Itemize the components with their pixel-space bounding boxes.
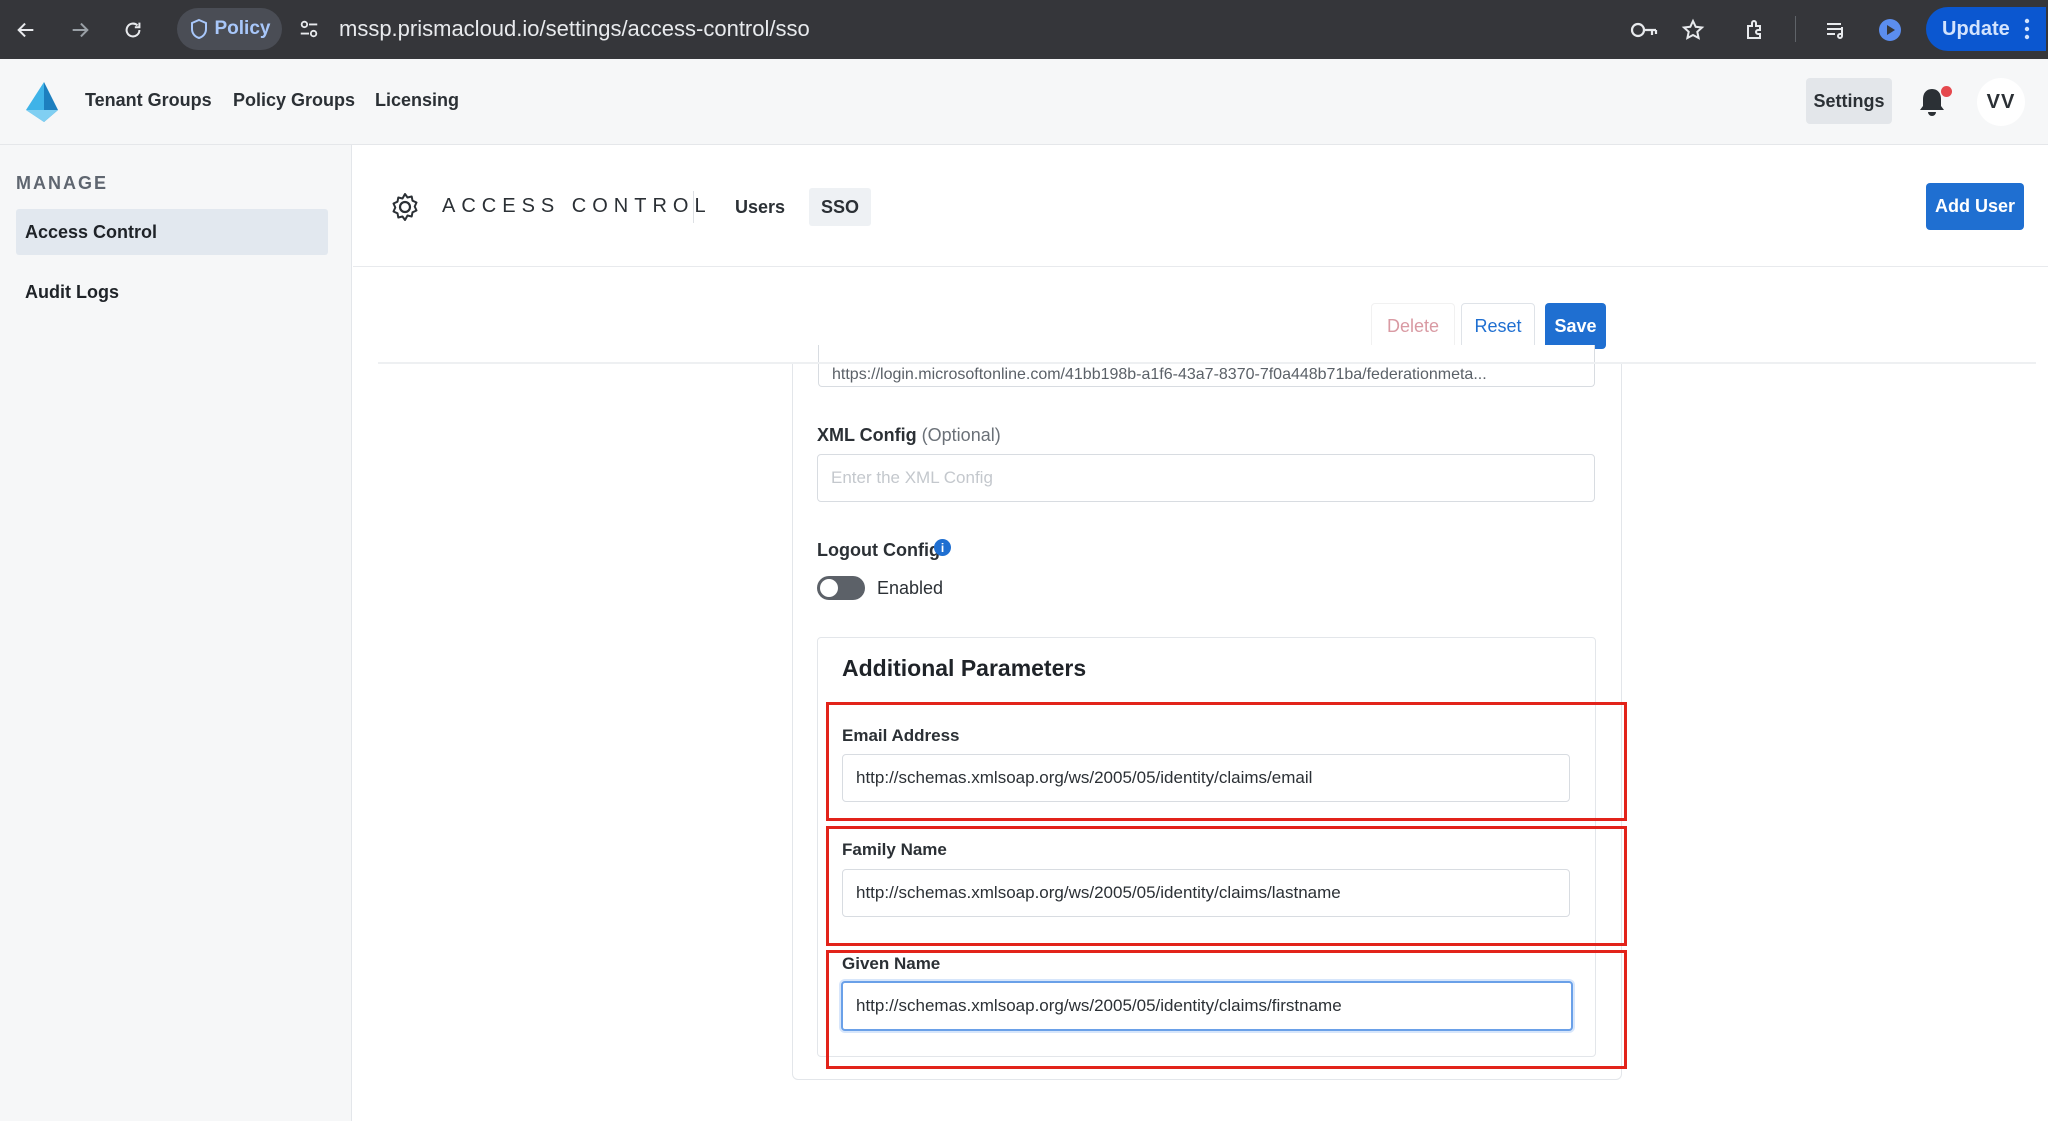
kebab-menu-icon[interactable] [2024,18,2030,40]
notification-dot [1941,86,1952,97]
toggle-knob [820,579,838,597]
delete-button[interactable]: Delete [1371,303,1455,349]
site-settings-icon[interactable] [292,12,326,46]
xml-config-label: XML Config (Optional) [817,425,1001,446]
xml-config-label-text: XML Config [817,425,917,445]
logout-config-toggle[interactable] [817,576,865,600]
optional-hint: (Optional) [921,425,1001,445]
reload-icon[interactable] [113,10,153,50]
browser-toolbar: Policy mssp.prismacloud.io/settings/acce… [0,0,2048,59]
settings-button[interactable]: Settings [1806,78,1892,124]
logout-config-label: Logout Config [817,540,940,560]
page-header: ACCESS CONTROL Users SSO Add User [353,145,2048,267]
prisma-logo[interactable] [22,80,60,124]
scroll-divider [378,362,2036,364]
forward-icon[interactable] [60,10,100,50]
reading-list-icon[interactable] [1816,10,1856,50]
app-header: Tenant Groups Policy Groups Licensing Se… [0,59,2048,145]
highlight-box-family-name [826,826,1627,946]
sidebar-section-label: MANAGE [16,173,108,193]
extensions-icon[interactable] [1736,10,1776,50]
highlight-box-given-name [826,950,1627,1069]
xml-config-placeholder: Enter the XML Config [831,468,993,487]
metadata-url-input[interactable]: https://login.microsoftonline.com/41bb19… [818,345,1595,387]
sidebar-item-audit-logs[interactable]: Audit Logs [16,269,328,315]
toolbar-divider [1795,16,1796,42]
password-key-icon[interactable] [1624,10,1664,50]
update-button[interactable]: Update [1926,7,2046,51]
highlight-box-email [826,702,1627,821]
policy-chip[interactable]: Policy [177,8,282,50]
additional-parameters-title: Additional Parameters [842,655,1087,681]
sidebar: MANAGE Access Control Audit Logs [0,145,352,1121]
reset-button[interactable]: Reset [1461,303,1535,349]
add-user-button[interactable]: Add User [1926,183,2024,230]
nav-licensing[interactable]: Licensing [375,90,459,111]
media-icon[interactable] [1870,10,1910,50]
tab-sso[interactable]: SSO [809,188,872,226]
policy-chip-label: Policy [214,18,271,39]
page-title: ACCESS CONTROL [442,195,712,217]
info-icon[interactable]: i [934,539,951,556]
gear-icon [392,193,418,221]
xml-config-input[interactable]: Enter the XML Config [817,454,1595,502]
sidebar-item-access-control[interactable]: Access Control [16,209,328,255]
update-label: Update [1942,17,2010,40]
save-button[interactable]: Save [1545,303,1606,349]
nav-tenant-groups[interactable]: Tenant Groups [85,90,212,111]
title-divider [693,191,694,223]
tab-users[interactable]: Users [723,188,797,226]
shield-icon [190,18,207,40]
nav-policy-groups[interactable]: Policy Groups [233,90,355,111]
toggle-label: Enabled [877,578,944,598]
address-bar[interactable]: mssp.prismacloud.io/settings/access-cont… [339,12,810,46]
avatar[interactable]: VV [1977,78,2025,126]
back-icon[interactable] [6,10,46,50]
bookmark-star-icon[interactable] [1673,10,1713,50]
